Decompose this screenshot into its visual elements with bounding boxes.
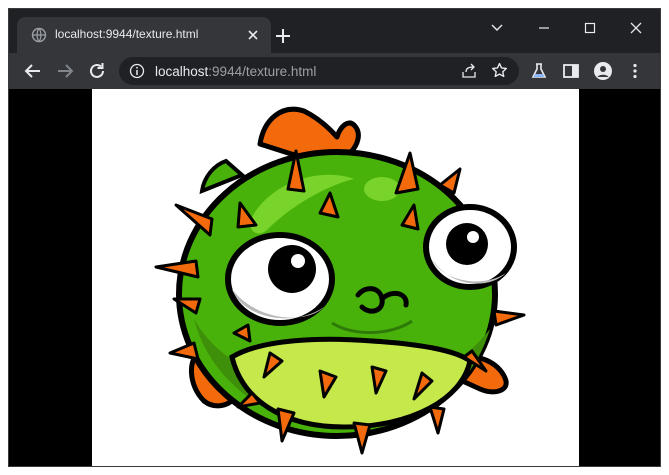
share-icon[interactable] xyxy=(461,63,477,79)
browser-tab[interactable]: localhost:9944/texture.html xyxy=(17,17,271,53)
forward-arrow-icon[interactable] xyxy=(55,61,75,81)
title-bar: localhost:9944/texture.html xyxy=(9,9,660,53)
flask-icon[interactable] xyxy=(529,61,549,81)
info-icon[interactable] xyxy=(129,63,145,79)
url-path: :9944/texture.html xyxy=(208,64,317,79)
chevron-down-icon[interactable] xyxy=(484,15,510,41)
globe-icon xyxy=(31,27,47,43)
texture-canvas xyxy=(92,89,579,466)
kebab-menu-icon[interactable] xyxy=(625,61,645,81)
close-icon[interactable] xyxy=(623,15,649,41)
close-icon[interactable] xyxy=(245,27,261,43)
star-icon[interactable] xyxy=(491,62,508,79)
plus-icon[interactable] xyxy=(273,26,293,46)
tab-title: localhost:9944/texture.html xyxy=(55,27,199,41)
toolbar: localhost:9944/texture.html xyxy=(9,53,660,89)
back-arrow-icon[interactable] xyxy=(23,61,43,81)
url-host: localhost xyxy=(155,64,209,79)
page-viewport xyxy=(9,89,660,466)
url-text[interactable]: localhost:9944/texture.html xyxy=(155,64,316,79)
browser-window: localhost:9944/texture.html localhost:99… xyxy=(8,8,661,467)
minimize-icon[interactable] xyxy=(531,15,557,41)
side-panel-icon[interactable] xyxy=(561,61,581,81)
maximize-icon[interactable] xyxy=(577,15,603,41)
pufferfish-image xyxy=(154,106,526,455)
reload-icon[interactable] xyxy=(87,61,107,81)
address-bar[interactable]: localhost:9944/texture.html xyxy=(119,57,519,85)
profile-icon[interactable] xyxy=(593,61,613,81)
